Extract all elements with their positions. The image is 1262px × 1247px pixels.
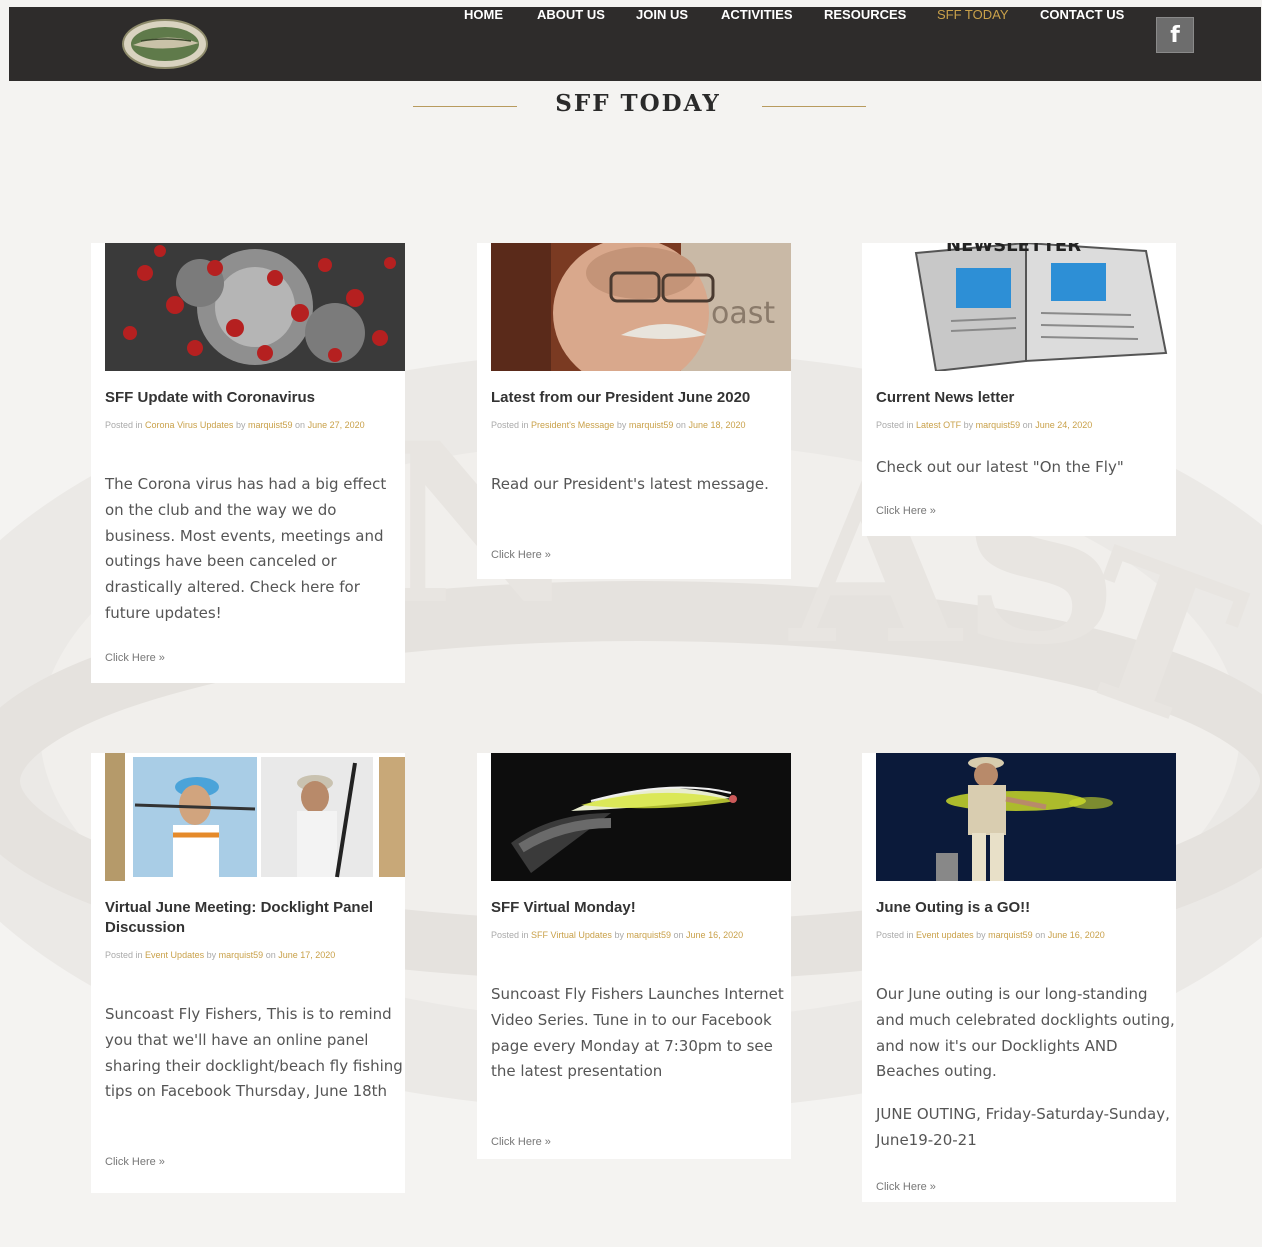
meta-on-label: on	[675, 420, 686, 430]
read-more-link[interactable]: Click Here »	[876, 1181, 936, 1193]
nav-about-us[interactable]: ABOUT US	[537, 7, 605, 22]
svg-text:T: T	[1046, 505, 1262, 777]
post-date-link[interactable]: June 17, 2020	[278, 950, 335, 960]
post-meta: Posted in President's Message by marquis…	[491, 417, 791, 434]
nav-activities[interactable]: ACTIVITIES	[721, 7, 793, 22]
meta-posted-in-label: Posted in	[876, 420, 914, 430]
post-date-link[interactable]: June 24, 2020	[1035, 420, 1092, 430]
post-excerpt: Suncoast Fly Fishers Launches Internet V…	[491, 985, 784, 1081]
meta-by-label: by	[963, 420, 974, 430]
panel-photos[interactable]	[105, 753, 405, 881]
post-meta: Posted in SFF Virtual Updates by marquis…	[491, 927, 791, 944]
meta-on-label: on	[1035, 930, 1046, 940]
post-meta: Posted in Event Updates by marquist59 on…	[105, 947, 405, 964]
newsletter-image[interactable]: NEWSLETTER	[876, 243, 1176, 371]
post-card: Virtual June Meeting: Docklight Panel Di…	[91, 753, 405, 1193]
meta-by-label: by	[614, 930, 624, 940]
fly-photo[interactable]	[491, 753, 791, 881]
post-meta: Posted in Latest OTF by marquist59 on Ju…	[876, 417, 1176, 434]
meta-posted-in-label: Posted in	[491, 930, 529, 940]
meta-on-label: on	[1022, 420, 1033, 430]
post-category-link[interactable]: Event Updates	[145, 950, 204, 960]
post-category-link[interactable]: Event updates	[916, 930, 974, 940]
post-category-link[interactable]: Corona Virus Updates	[145, 420, 233, 430]
post-title[interactable]: SFF Update with Coronavirus	[105, 388, 405, 408]
post-card: NEWSLETTER Current News letter Posted in…	[862, 243, 1176, 536]
svg-text:oast: oast	[711, 296, 775, 331]
docklight-photo[interactable]	[876, 753, 1176, 881]
meta-by-label: by	[616, 420, 627, 430]
post-date-link[interactable]: June 27, 2020	[308, 420, 365, 430]
read-more-link[interactable]: Click Here »	[105, 652, 165, 664]
post-author-link[interactable]: marquist59	[626, 930, 671, 940]
post-author-link[interactable]: marquist59	[248, 420, 293, 430]
post-date-link[interactable]: June 16, 2020	[686, 930, 743, 940]
facebook-icon[interactable]: f	[1156, 17, 1194, 53]
post-excerpt: Check out our latest "On the Fly"	[876, 458, 1124, 476]
meta-by-label: by	[235, 420, 246, 430]
post-excerpt: Our June outing is our long-standing and…	[876, 985, 1175, 1081]
post-excerpt-outing-dates: JUNE OUTING, Friday-Saturday-Sunday, Jun…	[876, 1105, 1170, 1149]
title-divider-right	[762, 106, 866, 107]
top-navbar: HOME ABOUT US JOIN US ACTIVITIES RESOURC…	[9, 7, 1261, 81]
club-logo[interactable]	[121, 17, 209, 71]
meta-posted-in-label: Posted in	[105, 950, 143, 960]
read-more-link[interactable]: Click Here »	[876, 505, 936, 517]
post-meta: Posted in Corona Virus Updates by marqui…	[105, 417, 405, 434]
post-card: SFF Virtual Monday! Posted in SFF Virtua…	[477, 753, 791, 1159]
meta-on-label: on	[295, 420, 306, 430]
read-more-link[interactable]: Click Here »	[105, 1156, 165, 1168]
post-category-link[interactable]: President's Message	[531, 420, 614, 430]
post-date-link[interactable]: June 16, 2020	[1048, 930, 1105, 940]
post-title[interactable]: Latest from our President June 2020	[491, 388, 791, 408]
meta-by-label: by	[976, 930, 986, 940]
post-title[interactable]: June Outing is a GO!!	[876, 898, 1176, 918]
post-excerpt: Read our President's latest message.	[491, 475, 769, 493]
post-card: June Outing is a GO!! Posted in Event up…	[862, 753, 1176, 1202]
read-more-link[interactable]: Click Here »	[491, 1136, 551, 1148]
post-title[interactable]: SFF Virtual Monday!	[491, 898, 791, 918]
post-card: SFF Update with Coronavirus Posted in Co…	[91, 243, 405, 683]
meta-on-label: on	[673, 930, 684, 940]
post-title[interactable]: Current News letter	[876, 388, 1176, 408]
meta-by-label: by	[206, 950, 217, 960]
coronavirus-image[interactable]	[105, 243, 405, 371]
post-excerpt: The Corona virus has had a big effect on…	[105, 475, 387, 622]
post-meta: Posted in Event updates by marquist59 on…	[876, 927, 1176, 944]
meta-posted-in-label: Posted in	[876, 930, 914, 940]
post-author-link[interactable]: marquist59	[629, 420, 674, 430]
nav-contact-us[interactable]: CONTACT US	[1040, 7, 1124, 22]
nav-sff-today[interactable]: SFF TODAY	[937, 7, 1009, 22]
nav-home[interactable]: HOME	[464, 7, 503, 22]
page-title-block: SFF TODAY	[410, 90, 866, 122]
meta-posted-in-label: Posted in	[491, 420, 529, 430]
nav-join-us[interactable]: JOIN US	[636, 7, 688, 22]
meta-on-label: on	[265, 950, 276, 960]
svg-text:NEWSLETTER: NEWSLETTER	[946, 243, 1081, 256]
read-more-link[interactable]: Click Here »	[491, 549, 551, 561]
post-category-link[interactable]: Latest OTF	[916, 420, 961, 430]
post-date-link[interactable]: June 18, 2020	[688, 420, 745, 430]
page-title: SFF TODAY	[555, 90, 721, 117]
post-author-link[interactable]: marquist59	[219, 950, 264, 960]
post-card: oast Latest from our President June 2020…	[477, 243, 791, 579]
post-excerpt: Suncoast Fly Fishers, This is to remind …	[105, 1005, 403, 1101]
post-title[interactable]: Virtual June Meeting: Docklight Panel Di…	[105, 898, 405, 938]
post-category-link[interactable]: SFF Virtual Updates	[531, 930, 612, 940]
nav-resources[interactable]: RESOURCES	[824, 7, 906, 22]
post-author-link[interactable]: marquist59	[976, 420, 1021, 430]
president-photo[interactable]: oast	[491, 243, 791, 371]
meta-posted-in-label: Posted in	[105, 420, 143, 430]
post-author-link[interactable]: marquist59	[988, 930, 1033, 940]
